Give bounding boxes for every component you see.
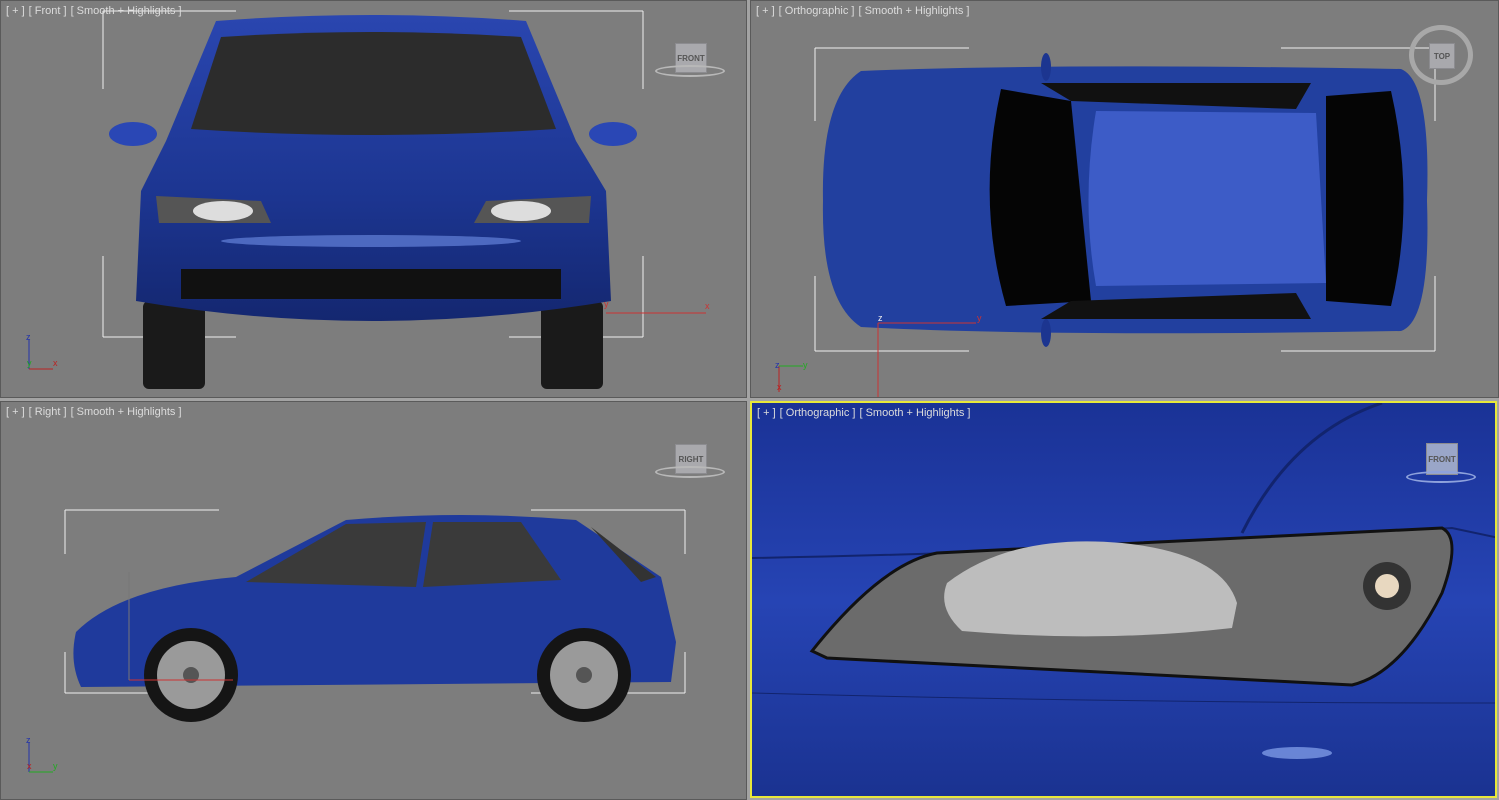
svg-text:z: z	[26, 735, 31, 745]
viewport-view-menu[interactable]: [ Orthographic ]	[780, 407, 856, 419]
headlight-closeup	[752, 403, 1495, 796]
viewport-shading-menu[interactable]: [ Smooth + Highlights ]	[859, 407, 970, 419]
viewport-label: [ + ] [ Orthographic ][ Smooth + Highligh…	[757, 407, 974, 419]
viewport-menu-plus[interactable]: [ + ]	[756, 5, 775, 17]
viewcube[interactable]: FRONT	[655, 43, 727, 81]
viewcube[interactable]: TOP	[1409, 25, 1477, 87]
svg-text:z: z	[26, 332, 31, 342]
viewport-shading-menu[interactable]: [ Smooth + Highlights ]	[858, 5, 969, 17]
viewport-shading-menu[interactable]: [ Smooth + Highlights ]	[71, 5, 182, 17]
viewport-view-menu[interactable]: [ Front ]	[29, 5, 67, 17]
viewport-menu-plus[interactable]: [ + ]	[757, 407, 776, 419]
viewport-label: [ + ] [ Front ] [ Smooth + Highlights ]	[6, 5, 186, 17]
viewport-right[interactable]: [ + ] [ Right ] [ Smooth + Highlights ] RI…	[0, 401, 747, 800]
viewport-label: [ + ] [ Orthographic ][ Smooth + Highligh…	[756, 5, 973, 17]
viewcube-ring[interactable]	[655, 466, 725, 478]
svg-text:y: y	[803, 360, 808, 370]
svg-text:y: y	[604, 299, 609, 309]
svg-text:z: z	[878, 313, 883, 323]
viewport-label: [ + ] [ Right ] [ Smooth + Highlights ]	[6, 406, 186, 418]
viewport-menu-plus[interactable]: [ + ]	[6, 406, 25, 418]
viewport-front[interactable]: [ + ][ Front ][ Smooth + Highlights ] yx…	[0, 0, 747, 398]
viewcube[interactable]: RIGHT	[655, 444, 727, 482]
viewport-view-menu[interactable]: [ Right ]	[29, 406, 67, 418]
viewcube-ring[interactable]	[1406, 471, 1476, 483]
viewport-view-menu[interactable]: [ Orthographic ]	[779, 5, 855, 17]
svg-text:x: x	[777, 382, 782, 392]
car-top-view: zy	[814, 47, 1436, 397]
svg-text:z: z	[775, 360, 780, 370]
viewcube[interactable]: FRONT	[1406, 443, 1478, 487]
viewport-shading-menu[interactable]: [ Smooth + Highlights ]	[71, 406, 182, 418]
axis-tripod-icon: z y x	[26, 332, 58, 370]
svg-text:x: x	[53, 358, 58, 368]
svg-text:y: y	[27, 358, 32, 368]
axis-tripod-icon: z x y	[26, 735, 58, 773]
viewport-top[interactable]: [ + ] [ Orthographic ][ Smooth + Highligh…	[750, 0, 1499, 398]
svg-text:x: x	[705, 301, 710, 311]
viewport-headlight-closeup[interactable]: [ + ] [ Orthographic ][ Smooth + Highligh…	[750, 401, 1497, 798]
svg-text:y: y	[53, 761, 58, 771]
car-front-view: yx	[102, 10, 710, 389]
svg-text:x: x	[27, 761, 32, 771]
viewcube-ring[interactable]	[655, 65, 725, 77]
viewcube-face[interactable]: TOP	[1429, 43, 1455, 69]
car-side-view	[64, 509, 686, 722]
axis-tripod-icon: z y x	[775, 360, 808, 392]
viewport-menu-plus[interactable]: [ + ]	[6, 5, 25, 17]
svg-text:y: y	[977, 313, 982, 323]
